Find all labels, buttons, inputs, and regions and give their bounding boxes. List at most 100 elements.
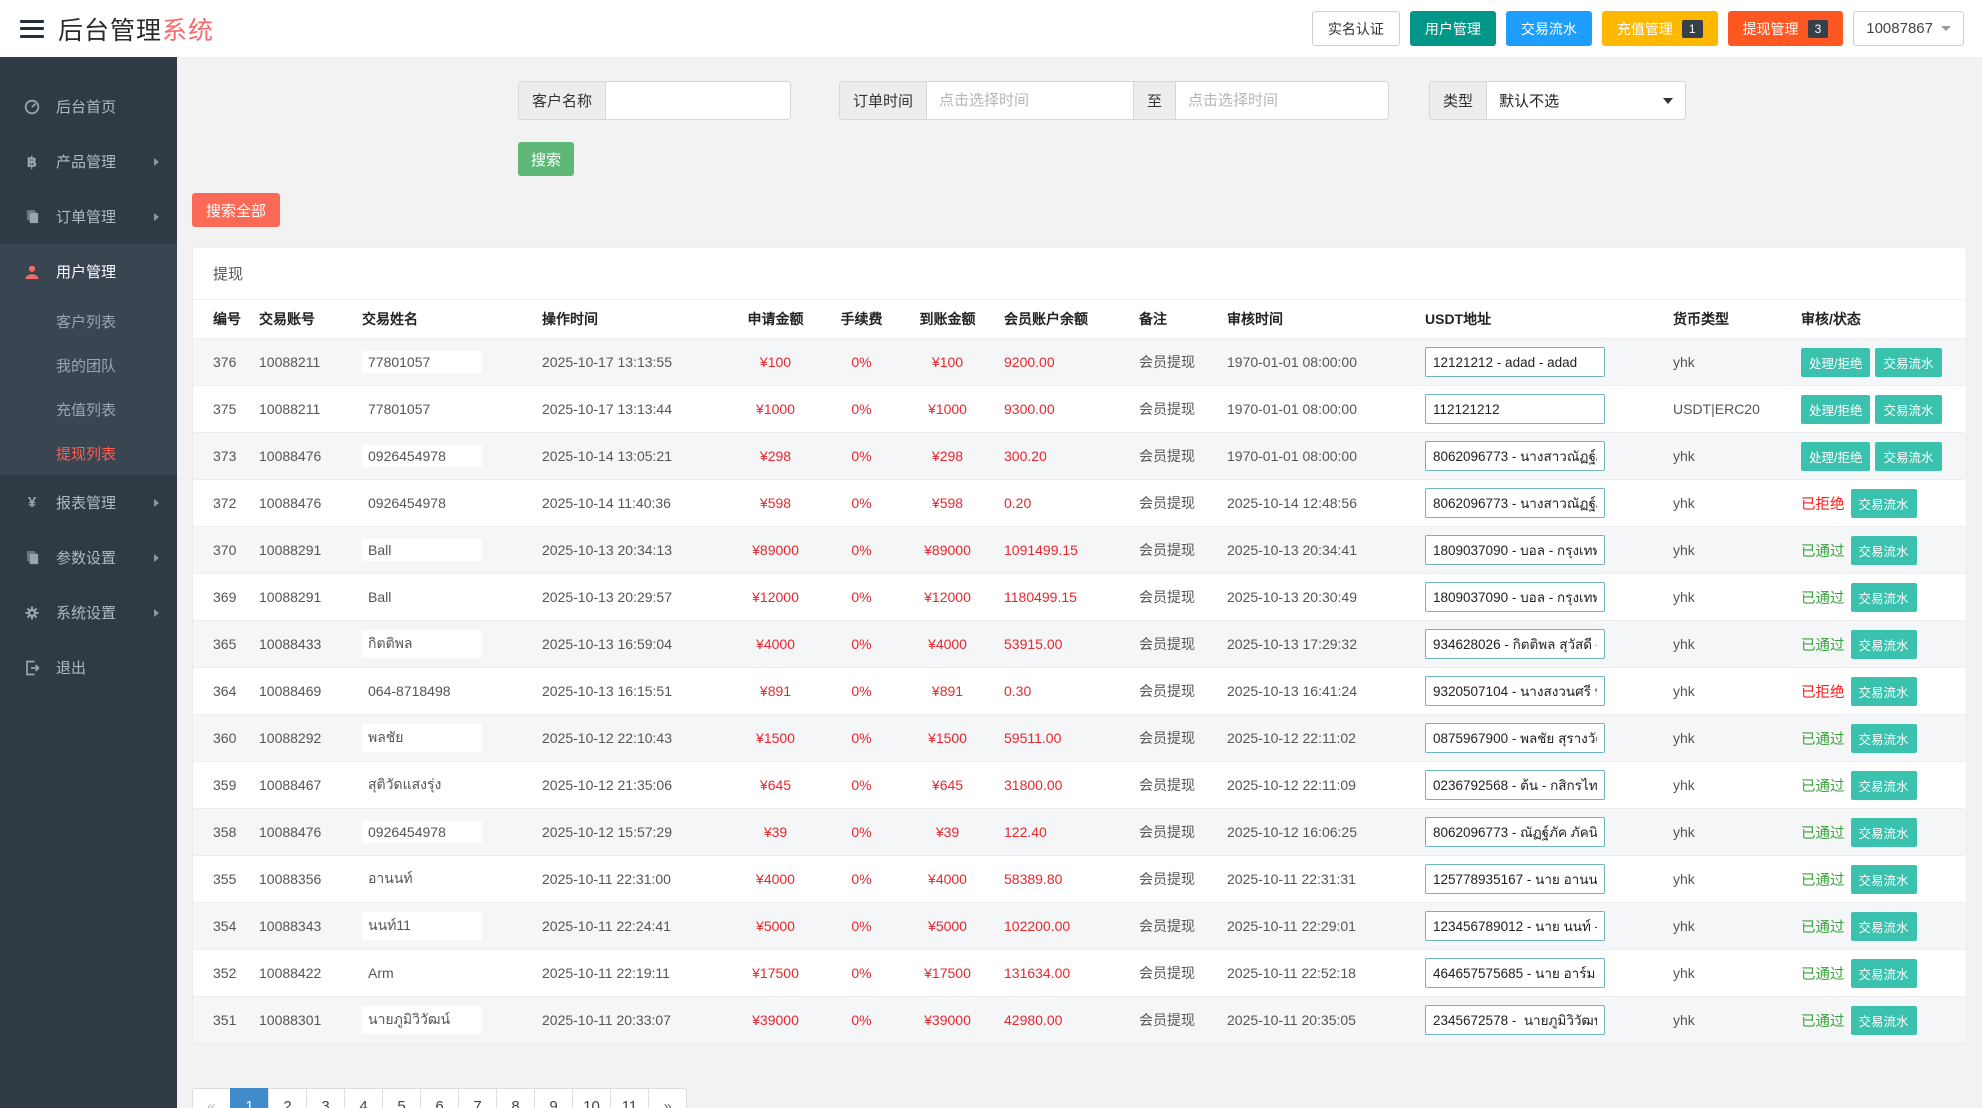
end-time-input[interactable] [1176,82,1388,119]
search-all-button[interactable]: 搜索全部 [192,193,280,227]
transaction-flow-button[interactable]: 交易流水 [1851,536,1917,565]
transaction-flow-button[interactable]: 交易流水 [1851,1006,1917,1035]
sidebar-item-users[interactable]: 用户管理 [0,244,177,299]
start-time-input[interactable] [927,82,1133,119]
pagination-page-11[interactable]: 11 [610,1088,649,1108]
pagination-page-1[interactable]: 1 [230,1088,269,1108]
cell-status: 已通过交易流水 [1793,527,1966,574]
customer-name-label: 客户名称 [519,82,606,119]
transaction-flow-button[interactable]: 交易流水 [1851,912,1917,941]
process-reject-button[interactable]: 处理/拒绝 [1801,395,1870,424]
cell-address [1417,715,1665,762]
chevron-right-icon [154,499,159,507]
process-reject-button[interactable]: 处理/拒绝 [1801,348,1870,377]
process-reject-button[interactable]: 处理/拒绝 [1801,442,1870,471]
transaction-flow-button[interactable]: 交易流水 [1851,724,1917,753]
cell-op-time: 2025-10-11 22:19:11 [534,950,727,997]
transaction-flow-button[interactable]: 交易流水 [1851,630,1917,659]
sidebar-item-orders[interactable]: 订单管理 [0,189,177,244]
usdt-address-input[interactable] [1425,535,1605,565]
usdt-address-input[interactable] [1425,488,1605,518]
usdt-address-input[interactable] [1425,1005,1605,1035]
withdraw-management-button[interactable]: 提现管理3 [1728,11,1844,46]
usdt-address-input[interactable] [1425,911,1605,941]
transaction-flow-button[interactable]: 交易流水 [1851,583,1917,612]
pagination-next[interactable]: » [648,1088,687,1108]
sidebar-item-products[interactable]: ฿ 产品管理 [0,134,177,189]
sidebar-item-logout[interactable]: 退出 [0,640,177,695]
pagination-page-9[interactable]: 9 [534,1088,573,1108]
usdt-address-input[interactable] [1425,676,1605,706]
transaction-flow-button[interactable]: 交易流水 [1851,959,1917,988]
usdt-address-input[interactable] [1425,441,1605,471]
cell-amount: ¥645 [727,762,824,809]
status-text: 已通过 [1801,1014,1845,1030]
pagination-page-8[interactable]: 8 [496,1088,535,1108]
cell-currency: yhk [1665,433,1793,480]
transaction-flow-button[interactable]: 交易流水 [1875,395,1941,424]
sidebar-item-customer-list[interactable]: 客户列表 [0,299,177,343]
realname-auth-button[interactable]: 实名认证 [1312,11,1400,46]
user-management-button[interactable]: 用户管理 [1410,11,1496,46]
usdt-address-input[interactable] [1425,958,1605,988]
sidebar-item-dashboard[interactable]: 后台首页 [0,79,177,134]
sidebar-item-reports[interactable]: ¥ 报表管理 [0,475,177,530]
usdt-address-input[interactable] [1425,723,1605,753]
usdt-address-input[interactable] [1425,770,1605,800]
transaction-flow-button[interactable]: 交易流水 [1851,489,1917,518]
sidebar-item-withdraw-list[interactable]: 提现列表 [0,431,177,475]
cell-audit-time: 2025-10-11 22:52:18 [1219,950,1417,997]
sidebar-item-parameters[interactable]: 参数设置 [0,530,177,585]
cell-received: ¥1000 [899,386,996,433]
cell-status: 已通过交易流水 [1793,997,1966,1044]
transaction-flow-button[interactable]: 交易流水 [1875,442,1941,471]
account-dropdown[interactable]: 10087867 [1853,11,1964,46]
trade-name: Arm [362,962,482,984]
transaction-flow-button[interactable]: 交易流水 [1851,677,1917,706]
table-row: 35110088301นายภูมิวิวัฒน์2025-10-11 20:3… [193,997,1966,1044]
cell-id: 352 [193,950,251,997]
hamburger-menu-icon[interactable] [20,20,44,38]
transaction-flow-button[interactable]: 交易流水 [1851,771,1917,800]
transaction-flow-button[interactable]: 交易流水 [1875,348,1941,377]
trade-name: 77801057 [362,398,482,420]
cell-received: ¥39 [899,809,996,856]
usdt-address-input[interactable] [1425,582,1605,612]
pagination-page-2[interactable]: 2 [268,1088,307,1108]
cell-balance: 131634.00 [996,950,1131,997]
cell-fee: 0% [824,997,899,1044]
sidebar-item-system-settings[interactable]: 系统设置 [0,585,177,640]
pagination-page-6[interactable]: 6 [420,1088,459,1108]
pagination-prev[interactable]: « [192,1088,231,1108]
usdt-address-input[interactable] [1425,347,1605,377]
cell-name: สุติวัดแสงรุ่ง [354,762,534,809]
pagination-page-3[interactable]: 3 [306,1088,345,1108]
trade-name: นนท์11 [362,912,482,940]
chevron-right-icon [154,213,159,221]
sidebar-subitem-label: 客户列表 [56,311,116,332]
cell-balance: 300.20 [996,433,1131,480]
trade-name: พลชัย [362,724,482,752]
cell-remark: 会员提现 [1131,339,1219,386]
transaction-flow-button[interactable]: 交易流水 [1851,818,1917,847]
usdt-address-input[interactable] [1425,864,1605,894]
cell-name: กิตติพล [354,621,534,668]
cell-id: 351 [193,997,251,1044]
pagination-page-10[interactable]: 10 [572,1088,611,1108]
cell-currency: yhk [1665,480,1793,527]
usdt-address-input[interactable] [1425,394,1605,424]
sidebar-item-my-team[interactable]: 我的团队 [0,343,177,387]
usdt-address-input[interactable] [1425,629,1605,659]
search-button[interactable]: 搜索 [518,142,574,176]
recharge-management-button[interactable]: 充值管理1 [1602,11,1718,46]
transaction-flow-button[interactable]: 交易流水 [1506,11,1592,46]
type-select[interactable]: 默认不选 [1487,82,1685,119]
pagination-page-4[interactable]: 4 [344,1088,383,1108]
pagination-page-7[interactable]: 7 [458,1088,497,1108]
pagination-page-5[interactable]: 5 [382,1088,421,1108]
sidebar-item-recharge-list[interactable]: 充值列表 [0,387,177,431]
usdt-address-input[interactable] [1425,817,1605,847]
customer-name-input[interactable] [606,82,790,119]
transaction-flow-button[interactable]: 交易流水 [1851,865,1917,894]
cell-id: 359 [193,762,251,809]
